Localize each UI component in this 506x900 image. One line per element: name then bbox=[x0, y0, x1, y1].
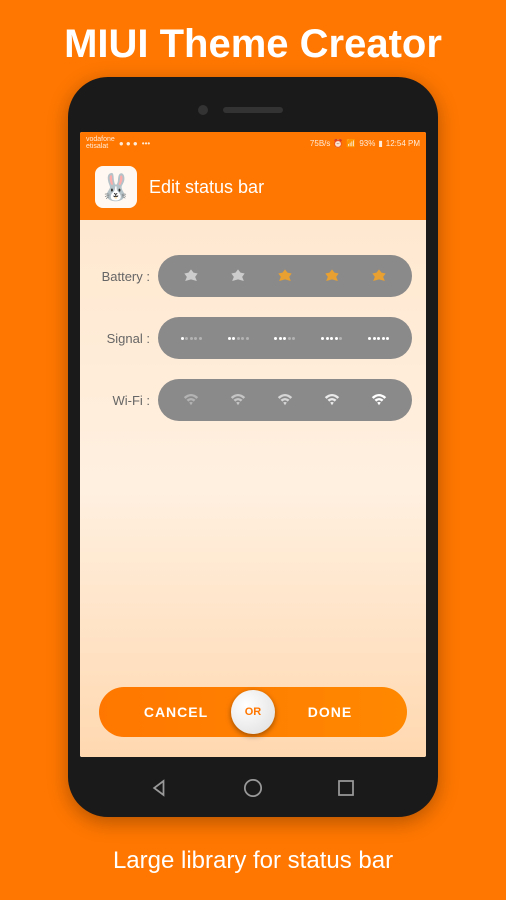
cancel-button[interactable]: CANCEL bbox=[99, 704, 253, 720]
or-separator: OR bbox=[231, 690, 275, 734]
action-bar: CANCEL DONE OR bbox=[99, 687, 407, 737]
phone-screen: vodafone etisalat ● ● ● ••• 75B/s ⏰ 📶 93… bbox=[80, 132, 426, 757]
battery-label: Battery : bbox=[94, 269, 158, 284]
wifi-icon[interactable] bbox=[321, 389, 343, 412]
recent-button[interactable] bbox=[332, 774, 360, 802]
promo-title: MIUI Theme Creator bbox=[0, 0, 506, 77]
phone-frame: vodafone etisalat ● ● ● ••• 75B/s ⏰ 📶 93… bbox=[68, 77, 438, 817]
battery-style-selector[interactable] bbox=[158, 255, 412, 297]
battery-option-row: Battery : bbox=[94, 255, 412, 297]
signal-dots-icon[interactable] bbox=[228, 337, 249, 340]
wifi-icon[interactable] bbox=[227, 389, 249, 412]
signal-dots-icon[interactable] bbox=[274, 337, 295, 340]
wifi-style-selector[interactable] bbox=[158, 379, 412, 421]
wifi-icon[interactable] bbox=[274, 389, 296, 412]
leaf-icon[interactable] bbox=[227, 267, 249, 285]
done-button[interactable]: DONE bbox=[253, 704, 407, 720]
battery-percent: 93% bbox=[359, 139, 375, 148]
wifi-option-row: Wi-Fi : bbox=[94, 379, 412, 421]
leaf-icon[interactable] bbox=[368, 267, 390, 285]
leaf-icon[interactable] bbox=[274, 267, 296, 285]
android-nav-bar bbox=[113, 774, 393, 802]
phone-camera bbox=[198, 105, 208, 115]
battery-icon: ▮ bbox=[378, 139, 382, 148]
clock-time: 12:54 PM bbox=[386, 139, 420, 148]
signal-dots-icon[interactable] bbox=[368, 337, 389, 340]
content-area: Battery : Signal : Wi-Fi : CANCEL DONE O… bbox=[80, 220, 426, 757]
signal-style-selector[interactable] bbox=[158, 317, 412, 359]
carrier-labels: vodafone etisalat bbox=[86, 136, 115, 150]
leaf-icon[interactable] bbox=[180, 267, 202, 285]
signal-icon: 📶 bbox=[346, 139, 356, 148]
mascot-icon: 🐰 bbox=[95, 166, 137, 208]
wifi-icon[interactable] bbox=[180, 389, 202, 412]
notification-dots-icon: ● ● ● bbox=[119, 139, 138, 148]
signal-dots-icon[interactable] bbox=[181, 337, 202, 340]
device-status-bar: vodafone etisalat ● ● ● ••• 75B/s ⏰ 📶 93… bbox=[80, 132, 426, 154]
phone-speaker bbox=[223, 107, 283, 113]
wifi-label: Wi-Fi : bbox=[94, 393, 158, 408]
app-header: 🐰 Edit status bar bbox=[80, 154, 426, 220]
more-icon: ••• bbox=[142, 139, 150, 148]
leaf-icon[interactable] bbox=[321, 267, 343, 285]
back-button[interactable] bbox=[146, 774, 174, 802]
signal-option-row: Signal : bbox=[94, 317, 412, 359]
signal-label: Signal : bbox=[94, 331, 158, 346]
promo-caption: Large library for status bar bbox=[0, 847, 506, 875]
data-speed: 75B/s bbox=[310, 139, 330, 148]
signal-dots-icon[interactable] bbox=[321, 337, 342, 340]
alarm-icon: ⏰ bbox=[333, 139, 343, 148]
wifi-icon[interactable] bbox=[368, 389, 390, 412]
page-title: Edit status bar bbox=[149, 177, 264, 198]
home-button[interactable] bbox=[239, 774, 267, 802]
